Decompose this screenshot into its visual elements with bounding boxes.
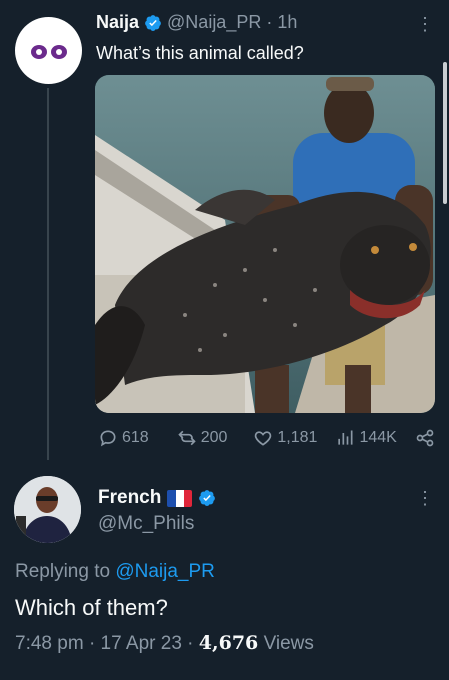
reply-meta: 7:48 pm · 17 Apr 23 · 4,676 Views [15,632,314,655]
retweet-icon [178,430,196,446]
reply-views-label: Views [263,633,314,654]
reply-date[interactable]: 17 Apr 23 [101,633,182,654]
reply-author-name[interactable]: French [98,487,161,509]
french-avatar[interactable] [14,476,81,543]
french-flag-icon [167,489,193,507]
eyes-logo [30,44,67,59]
reply-button[interactable]: 618 [98,428,149,448]
retweet-button[interactable]: 200 [177,428,228,448]
share-icon [416,429,434,447]
replying-to-label: Replying to [15,561,116,582]
thread-connector-line [47,88,49,460]
reply-count: 618 [122,429,149,446]
reply-icon [100,430,116,447]
reply-views-count: 4,676 [198,632,259,654]
author-name[interactable]: Naija [96,12,139,33]
reply-more-options-icon[interactable]: ⋮ [416,488,434,509]
views-chart-icon [338,430,353,445]
meta-separator: · [88,633,96,654]
verified-badge-icon [199,490,216,506]
replying-to-line: Replying to @Naija_PR [15,561,215,583]
dot-separator: · [266,12,273,32]
heart-icon [255,431,272,446]
more-options-icon[interactable]: ⋮ [416,14,434,35]
profile-photo [14,476,81,543]
reply-time[interactable]: 7:48 pm [15,633,84,654]
reply-author-handle[interactable]: @Mc_Phils [98,513,194,535]
like-count: 1,181 [277,429,318,446]
photo-man-holding-fish [95,75,435,413]
retweet-count: 200 [200,429,228,446]
verified-badge-icon [145,14,161,31]
author-handle[interactable]: @Naija_PR [167,12,261,33]
meta-separator: · [187,633,194,654]
views-button[interactable]: 144K [335,428,397,448]
replying-to-mention[interactable]: @Naija_PR [115,561,215,582]
tweet-time[interactable]: 1h [277,12,297,33]
reply-text: Which of them? [15,595,168,620]
like-button[interactable]: 1,181 [253,428,317,448]
tweet-actions: 618 200 1,181 144K [98,428,434,448]
reply-author-row: French [98,487,216,509]
tweet-header: Naija @Naija_PR · 1h [96,12,409,33]
naija-avatar[interactable] [15,17,82,84]
share-button[interactable] [415,428,435,448]
tweet-photo[interactable] [95,75,435,413]
views-count: 144K [359,429,397,446]
tweet-text: What’s this animal called? [96,43,304,63]
scrollbar[interactable] [443,62,447,204]
